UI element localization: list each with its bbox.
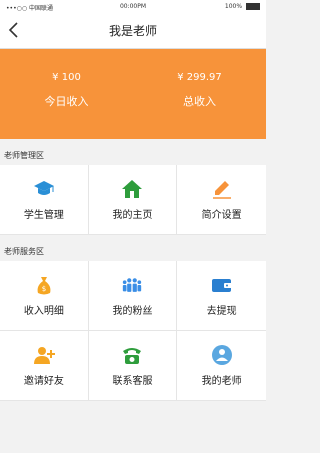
profile-settings-label: 简介设置 [201,210,242,221]
today-income: ¥ 100 今日收入 [0,72,133,109]
service-section-title: 老师服务区 [0,243,266,261]
profile-settings-button[interactable]: 简介设置 [177,165,266,235]
invite-friends-label: 邀请好友 [23,376,64,387]
today-income-amount: ¥ 100 [52,72,81,83]
contact-support-label: 联系客服 [112,376,153,387]
phone-icon [121,344,143,366]
invite-friends-button[interactable]: 邀请好友 [0,331,89,401]
home-icon [121,178,143,200]
total-income: ¥ 299.97 总收入 [133,72,266,109]
contact-support-button[interactable]: 联系客服 [88,331,178,401]
management-grid: 学生管理 我的主页 简介设置 [0,165,266,235]
teacher-icon [211,344,233,366]
withdraw-button[interactable]: 去提现 [177,261,266,331]
money-bag-icon: $ [33,274,55,296]
income-details-label: 收入明细 [23,306,64,317]
battery-status: 100% [225,3,260,10]
my-homepage-button[interactable]: 我的主页 [88,165,178,235]
my-fans-label: 我的粉丝 [112,306,153,317]
today-income-label: 今日收入 [44,95,89,108]
my-teacher-button[interactable]: 我的老师 [177,331,266,401]
fans-icon [121,274,143,296]
service-grid: $ 收入明细 我的粉丝 去提现 邀请好友 联系客服 我的老师 [0,261,266,401]
income-details-button[interactable]: $ 收入明细 [0,261,89,331]
my-teacher-label: 我的老师 [201,376,242,387]
wallet-icon [211,274,233,296]
student-management-label: 学生管理 [23,210,64,221]
chevron-left-icon [8,22,18,38]
svg-text:$: $ [42,285,46,293]
battery-icon [246,3,260,10]
withdraw-label: 去提现 [206,306,237,317]
page-title: 我是老师 [108,24,157,38]
back-button[interactable] [6,20,22,40]
graduation-cap-icon [33,178,55,200]
nav-bar: 我是老师 [0,14,266,49]
add-user-icon [33,344,55,366]
total-income-label: 总收入 [183,95,216,108]
income-banner: ¥ 100 今日收入 ¥ 299.97 总收入 [0,49,266,139]
my-homepage-label: 我的主页 [112,210,153,221]
battery-text: 100% [224,3,243,10]
edit-icon [211,178,233,200]
student-management-button[interactable]: 学生管理 [0,165,89,235]
total-income-amount: ¥ 299.97 [177,72,222,83]
management-section-title: 老师管理区 [0,147,266,165]
my-fans-button[interactable]: 我的粉丝 [88,261,178,331]
status-bar: •••○○ 中国联通 00:00PM 100% [0,0,266,14]
